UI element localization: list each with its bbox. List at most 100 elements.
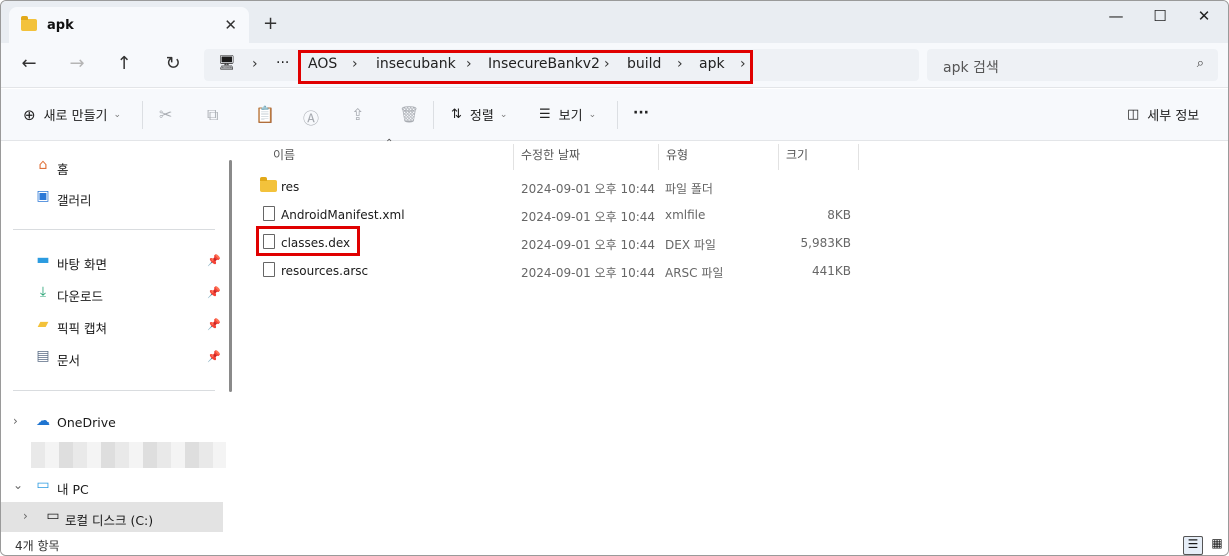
- file-modified: 2024-09-01 오후 10:44: [521, 238, 656, 252]
- search-box[interactable]: apk 검색 ⌕: [927, 49, 1218, 81]
- column-divider[interactable]: [513, 144, 514, 170]
- file-icon: [263, 262, 275, 277]
- chevron-right-icon[interactable]: ›: [23, 509, 28, 523]
- view-button[interactable]: ☰ 보기 ⌄: [539, 105, 596, 124]
- new-button[interactable]: ⊕ 새로 만들기 ⌄: [23, 105, 121, 125]
- file-icon: [263, 234, 275, 249]
- divider: [13, 229, 215, 230]
- chevron-right-icon[interactable]: ›: [740, 56, 746, 72]
- file-modified: 2024-09-01 오후 10:44: [521, 182, 656, 196]
- sidebar-item-desktop[interactable]: ▬ 바탕 화면 📌: [1, 246, 223, 276]
- sidebar-item-gallery[interactable]: ▣ 갤러리: [1, 182, 223, 212]
- forward-button[interactable]: →: [64, 53, 90, 77]
- breadcrumb-insecurebankv2[interactable]: InsecureBankv2: [488, 56, 600, 72]
- column-header-size[interactable]: 크기: [786, 146, 808, 163]
- table-row[interactable]: res 2024-09-01 오후 10:44 파일 폴더: [241, 173, 1228, 201]
- paste-icon[interactable]: 📋: [255, 105, 275, 124]
- file-size: 5,983KB: [800, 236, 851, 250]
- chevron-down-icon: ⌄: [588, 109, 597, 120]
- breadcrumb-build[interactable]: build: [627, 56, 661, 72]
- file-modified: 2024-09-01 오후 10:44: [521, 266, 656, 280]
- close-tab-icon[interactable]: ✕: [224, 16, 237, 34]
- pin-icon[interactable]: 📌: [207, 254, 221, 267]
- explorer-window: apk ✕ + — ☐ ✕ ← → ↑ ↻ 🖥 › ··· AOS › inse…: [0, 0, 1229, 556]
- details-pane-button[interactable]: ◫ 세부 정보: [1127, 105, 1199, 124]
- cut-icon[interactable]: ✂: [159, 105, 172, 124]
- sidebar-item-label: 로컬 디스크 (C:): [65, 513, 154, 528]
- sidebar-item-label: 문서: [57, 353, 81, 368]
- delete-icon[interactable]: 🗑: [399, 105, 419, 124]
- breadcrumb-apk[interactable]: apk: [699, 56, 725, 72]
- sidebar-item-label: OneDrive: [57, 415, 116, 430]
- file-icon: [263, 206, 275, 221]
- column-divider[interactable]: [658, 144, 659, 170]
- sidebar-item-picpick[interactable]: ▰ 픽픽 캡쳐 📌: [1, 310, 223, 340]
- new-label: 새로 만들기: [43, 109, 108, 124]
- rename-icon[interactable]: Ⓐ: [303, 105, 319, 129]
- share-icon[interactable]: ⇪: [351, 105, 364, 124]
- table-row[interactable]: classes.dex 2024-09-01 오후 10:44 DEX 파일 5…: [241, 226, 1228, 257]
- column-divider[interactable]: [778, 144, 779, 170]
- sidebar-item-home[interactable]: ⌂ 홈: [1, 151, 223, 181]
- chevron-right-icon[interactable]: ›: [352, 56, 358, 72]
- minimize-button[interactable]: —: [1101, 7, 1131, 27]
- divider: [433, 101, 434, 129]
- address-bar[interactable]: 🖥 › ··· AOS › insecubank › InsecureBankv…: [204, 49, 919, 84]
- tab-apk[interactable]: apk ✕: [9, 7, 249, 43]
- sidebar-item-this-pc[interactable]: ⌄ ▭ 내 PC: [1, 471, 223, 501]
- file-type: ARSC 파일: [665, 266, 724, 280]
- divider: [13, 390, 215, 391]
- table-row[interactable]: AndroidManifest.xml 2024-09-01 오후 10:44 …: [241, 201, 1228, 229]
- file-type: DEX 파일: [665, 238, 716, 252]
- pin-icon[interactable]: 📌: [207, 350, 221, 363]
- chevron-right-icon: ›: [252, 56, 258, 72]
- file-name: classes.dex: [281, 236, 351, 250]
- sort-button[interactable]: ⇅ 정렬 ⌄: [451, 105, 507, 124]
- sidebar-item-documents[interactable]: ▤ 문서 📌: [1, 342, 223, 372]
- up-button[interactable]: ↑: [111, 53, 137, 77]
- scrollbar[interactable]: [229, 160, 232, 392]
- download-icon: ⤓: [39, 284, 47, 300]
- back-button[interactable]: ←: [16, 53, 42, 77]
- sidebar-item-downloads[interactable]: ⤓ 다운로드 📌: [1, 278, 223, 308]
- column-divider[interactable]: [858, 144, 859, 170]
- pin-icon[interactable]: 📌: [207, 318, 221, 331]
- column-header-name[interactable]: 이름: [273, 146, 295, 163]
- file-name: resources.arsc: [281, 264, 369, 278]
- chevron-right-icon[interactable]: ›: [466, 56, 472, 72]
- folder-icon: [21, 16, 37, 31]
- divider: [617, 101, 618, 129]
- maximize-button[interactable]: ☐: [1145, 7, 1175, 27]
- breadcrumb-insecubank[interactable]: insecubank: [376, 56, 456, 72]
- sidebar-item-label: 홈: [57, 162, 69, 177]
- close-window-button[interactable]: ✕: [1189, 7, 1219, 27]
- file-size: 8KB: [827, 208, 851, 222]
- tiles-view-icon[interactable]: ▦: [1207, 536, 1227, 555]
- table-row[interactable]: resources.arsc 2024-09-01 오후 10:44 ARSC …: [241, 257, 1228, 285]
- column-header-modified[interactable]: 수정한 날짜: [521, 146, 580, 163]
- sidebar-item-local-disk[interactable]: › ▭ 로컬 디스크 (C:): [1, 502, 223, 532]
- search-input[interactable]: apk 검색: [943, 57, 999, 77]
- chevron-right-icon[interactable]: ›: [677, 56, 683, 72]
- sidebar-item-onedrive[interactable]: › ☁ OneDrive: [1, 407, 223, 437]
- copy-icon[interactable]: ⧉: [207, 105, 218, 125]
- chevron-right-icon[interactable]: ›: [13, 414, 18, 428]
- address-row: ← → ↑ ↻ 🖥 › ··· AOS › insecubank › Insec…: [1, 43, 1228, 88]
- file-list: 이름 ⌃ 수정한 날짜 유형 크기 res 2024-09-01 오후 10:4…: [241, 138, 1228, 536]
- chevron-down-icon[interactable]: ⌄: [13, 478, 23, 492]
- desktop-icon: ▬: [36, 252, 50, 268]
- more-crumbs-button[interactable]: ···: [276, 55, 289, 71]
- more-options-button[interactable]: ···: [633, 105, 649, 121]
- column-header-type[interactable]: 유형: [666, 146, 688, 163]
- chevron-right-icon[interactable]: ›: [604, 56, 610, 72]
- details-view-icon[interactable]: ☰: [1183, 536, 1203, 555]
- sidebar-item-label: 바탕 화면: [57, 257, 107, 272]
- redacted-item: [31, 442, 226, 468]
- pin-icon[interactable]: 📌: [207, 286, 221, 299]
- chevron-down-icon: ⌄: [499, 109, 508, 120]
- folder-icon: [260, 177, 277, 192]
- breadcrumb-aos[interactable]: AOS: [308, 56, 337, 72]
- refresh-button[interactable]: ↻: [160, 53, 186, 77]
- file-type: xmlfile: [665, 208, 706, 222]
- new-tab-button[interactable]: +: [263, 13, 278, 34]
